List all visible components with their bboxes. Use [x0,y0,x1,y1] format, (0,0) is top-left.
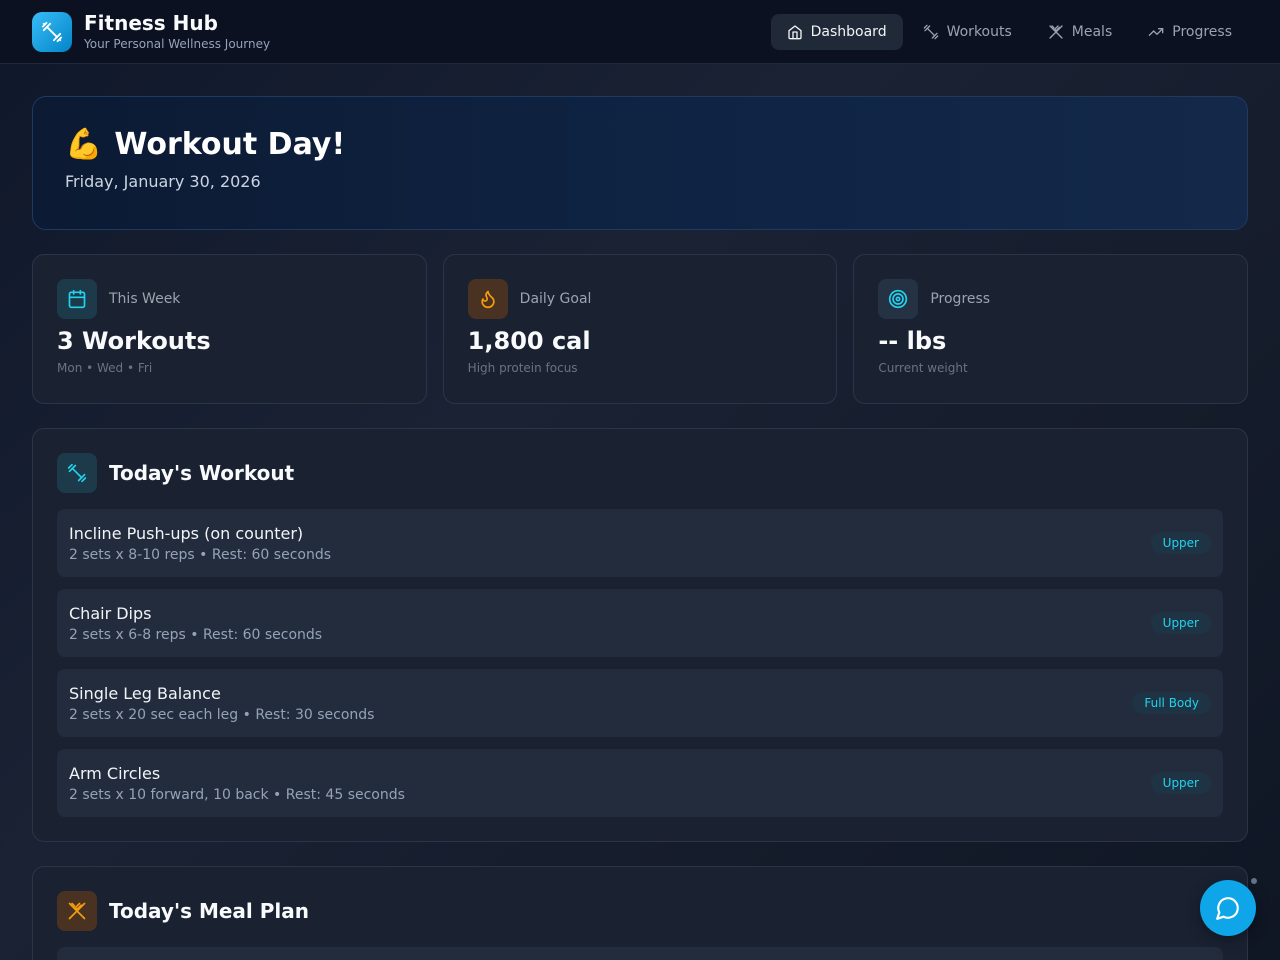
stat-label: Progress [930,291,991,307]
stat-value: 1,800 cal [467,327,591,355]
brand-text: Fitness Hub Your Personal Wellness Journ… [84,11,270,53]
exercise-name: Arm Circles [69,763,161,783]
main-nav: Dashboard Workouts Meals Progress [770,13,1248,50]
exercise-detail: 2 sets x 10 forward, 10 back • Rest: 45 … [69,786,405,803]
calendar-icon [57,279,97,319]
stat-card-daily-goal: Daily Goal 1,800 cal High protein focus [442,254,838,404]
stat-label: This Week [109,291,181,307]
exercise-detail: 2 sets x 20 sec each leg • Rest: 30 seco… [69,706,375,723]
app-title: Fitness Hub [84,10,218,35]
nav-workouts-label: Workouts [946,23,1012,40]
stat-subtext: High protein focus [467,361,578,375]
stat-card-progress: Progress -- lbs Current weight [853,254,1249,404]
flexed-biceps-icon: 💪 [65,127,103,162]
trending-up-icon [1148,27,1164,36]
dumbbell-icon [923,24,938,39]
app-subtitle: Your Personal Wellness Journey [84,36,271,51]
target-icon [878,279,919,319]
todays-workout-card: Today's Workout Incline Push-ups (on cou… [32,428,1248,842]
stat-value: -- lbs [878,327,947,355]
stat-value: 3 Workouts [57,327,211,355]
stat-label: Daily Goal [519,291,592,307]
exercise-row[interactable]: Incline Push-ups (on counter) 2 sets x 8… [57,509,1223,577]
dumbbell-logo-icon [32,11,72,52]
chat-button[interactable] [1200,880,1256,936]
todays-meal-plan-card: Today's Meal Plan [32,866,1248,960]
exercise-row[interactable]: Single Leg Balance 2 sets x 20 sec each … [57,669,1223,737]
nav-workouts[interactable]: Workouts [907,14,1028,50]
workout-title: Today's Workout [109,461,295,485]
flame-icon [467,279,508,319]
hero-date: Friday, January 30, 2026 [65,172,261,191]
muscle-group-tag: Upper [1150,532,1211,554]
nav-progress[interactable]: Progress [1132,14,1248,50]
status-dot [1251,878,1257,884]
nav-meals[interactable]: Meals [1032,14,1128,50]
meal-row[interactable] [57,947,1223,960]
stats-row: This Week 3 Workouts Mon • Wed • Fri Dai… [32,254,1249,404]
hero-heading: 💪 Workout Day! [65,127,1215,162]
stat-subtext: Mon • Wed • Fri [57,361,153,375]
stat-subtext: Current weight [878,361,968,375]
stat-card-this-week: This Week 3 Workouts Mon • Wed • Fri [32,254,427,404]
hero-title: Workout Day! [114,127,346,162]
top-bar: Fitness Hub Your Personal Wellness Journ… [0,0,1280,64]
exercise-row[interactable]: Arm Circles 2 sets x 10 forward, 10 back… [57,749,1223,817]
exercise-detail: 2 sets x 8-10 reps • Rest: 60 seconds [69,546,332,563]
main-content: 💪 Workout Day! Friday, January 30, 2026 … [0,64,1280,960]
exercise-name: Incline Push-ups (on counter) [69,523,304,543]
exercise-name: Chair Dips [69,603,152,623]
nav-meals-label: Meals [1071,23,1113,40]
hero-banner: 💪 Workout Day! Friday, January 30, 2026 [32,96,1248,230]
muscle-group-tag: Full Body [1132,692,1211,714]
exercise-name: Single Leg Balance [69,683,221,703]
exercise-row[interactable]: Chair Dips 2 sets x 6-8 reps • Rest: 60 … [57,589,1223,657]
brand[interactable]: Fitness Hub Your Personal Wellness Journ… [32,11,270,53]
exercise-detail: 2 sets x 6-8 reps • Rest: 60 seconds [69,626,323,643]
muscle-group-tag: Upper [1150,612,1211,634]
meal-plan-title: Today's Meal Plan [109,899,309,923]
nav-progress-label: Progress [1172,23,1232,40]
utensils-icon [1049,24,1063,39]
home-icon [787,24,802,39]
chat-bubble-icon [1216,897,1239,920]
nav-dashboard[interactable]: Dashboard [770,13,903,50]
utensils-icon [57,891,97,931]
nav-dashboard-label: Dashboard [810,23,887,40]
muscle-group-tag: Upper [1150,772,1211,794]
dumbbell-icon [57,453,97,493]
